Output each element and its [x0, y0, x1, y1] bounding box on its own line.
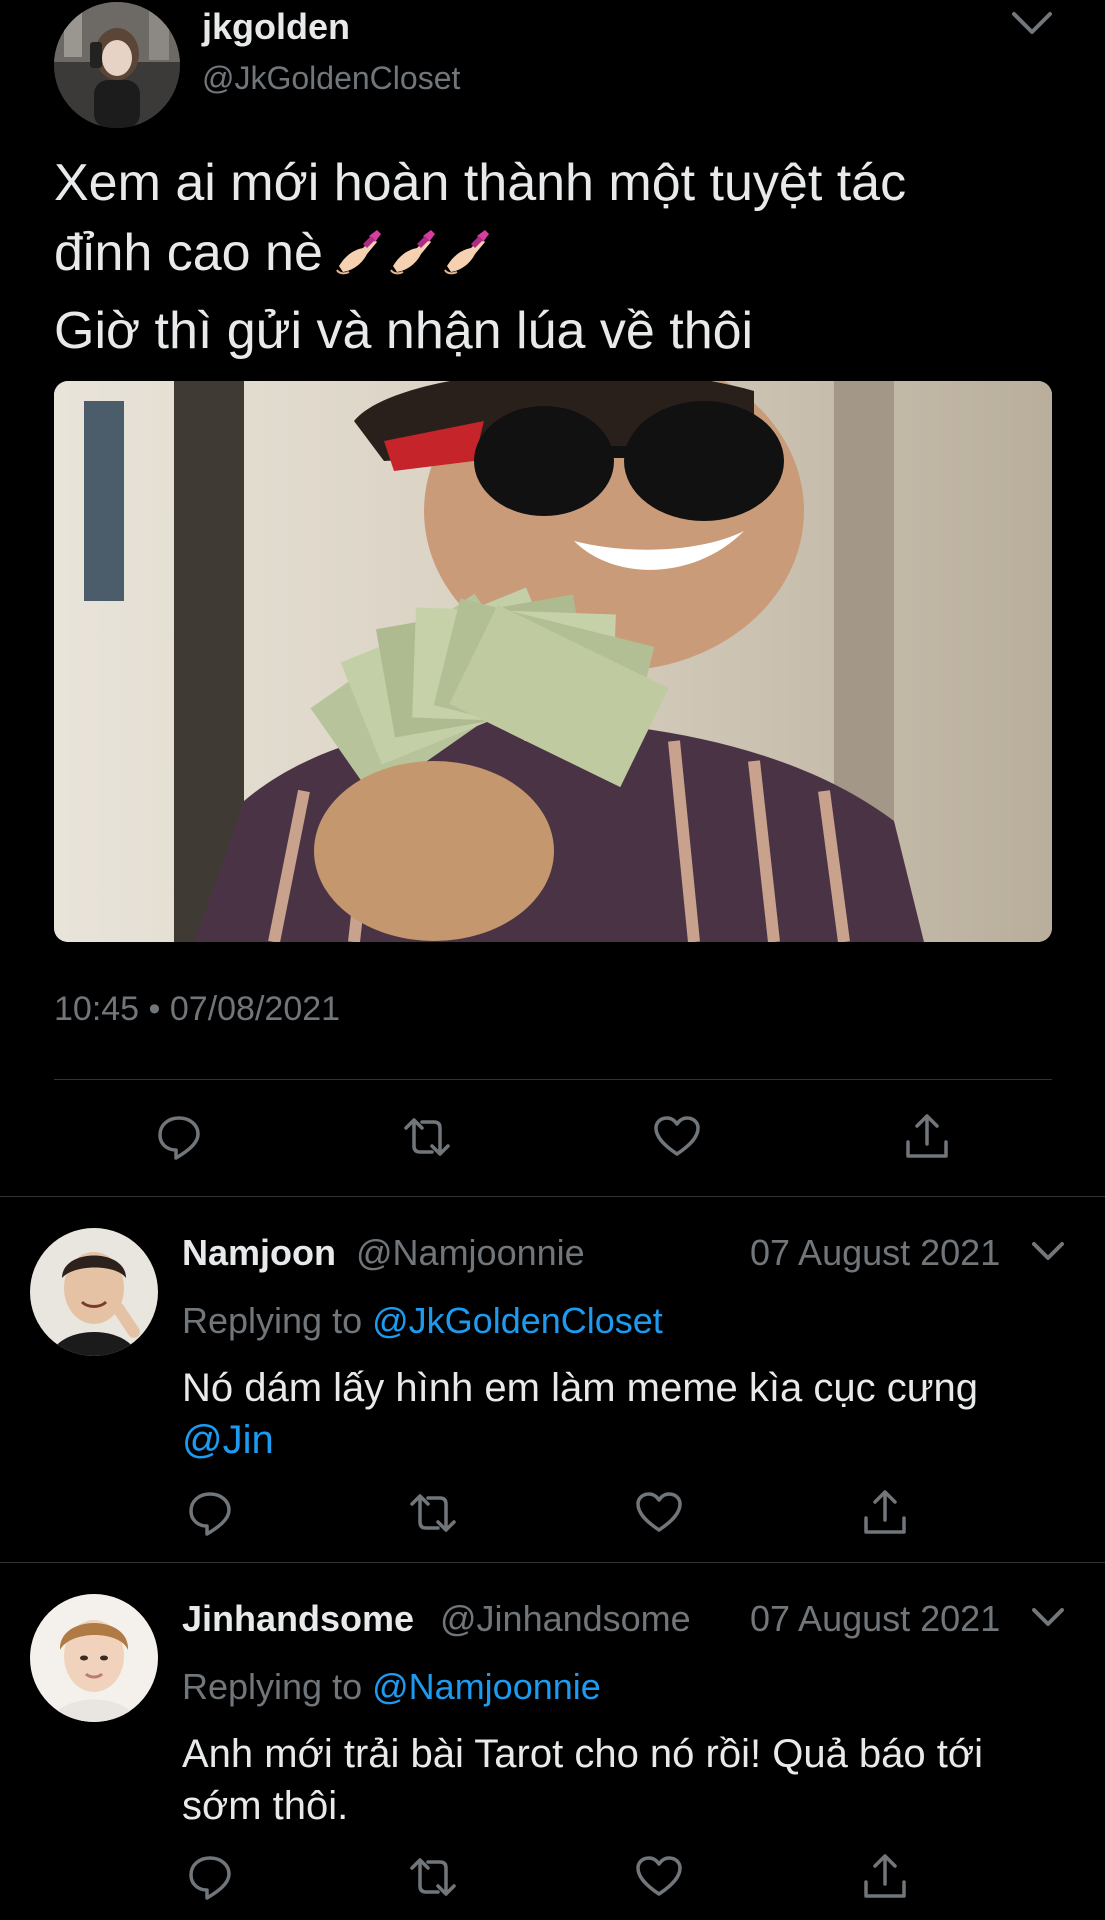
replying-to-label: Replying to	[182, 1300, 363, 1341]
share-icon[interactable]	[860, 1852, 910, 1902]
tweet-text-line: đỉnh cao nè	[54, 218, 1054, 296]
author-avatar[interactable]	[54, 2, 180, 128]
like-icon[interactable]	[634, 1488, 684, 1538]
tweet-text-line: Xem ai mới hoàn thành một tuyệt tác	[54, 154, 907, 212]
retweet-icon[interactable]	[408, 1488, 458, 1538]
reply-icon[interactable]	[154, 1112, 204, 1162]
chevron-down-icon[interactable]	[1028, 1234, 1068, 1270]
nail-polish-emoji	[335, 230, 381, 275]
tweet-image[interactable]	[54, 381, 1052, 942]
reply-icon[interactable]	[185, 1852, 235, 1902]
tweet-timestamp[interactable]: 10:45 • 07/08/2021	[54, 990, 340, 1029]
reply-avatar[interactable]	[30, 1594, 158, 1722]
chevron-down-icon[interactable]	[1028, 1600, 1068, 1636]
divider	[54, 1079, 1052, 1080]
reply-author-name[interactable]: Namjoon	[182, 1232, 336, 1274]
reply-author-name[interactable]: Jinhandsome	[182, 1598, 414, 1640]
reply-avatar[interactable]	[30, 1228, 158, 1356]
tweet-action-bar	[0, 1112, 1105, 1162]
tweet-text-line: Giờ thì gửi và nhận lúa về thôi	[54, 302, 754, 360]
reply-author-handle[interactable]: @Namjoonnie	[356, 1232, 585, 1274]
reply-text: Nó dám lấy hình em làm meme kìa cục cưng…	[182, 1362, 1062, 1466]
divider	[0, 1562, 1105, 1563]
like-icon[interactable]	[652, 1112, 702, 1162]
share-icon[interactable]	[902, 1112, 952, 1162]
replying-to-mention[interactable]: @Namjoonnie	[372, 1666, 601, 1707]
reply-text-line: Anh mới trải bài Tarot cho nó rồi! Quả b…	[182, 1732, 984, 1776]
reply-text-body: Nó dám lấy hình em làm meme kìa cục cưng	[182, 1366, 978, 1410]
reply-text: Anh mới trải bài Tarot cho nó rồi! Quả b…	[182, 1728, 1082, 1832]
nail-polish-emoji	[389, 230, 435, 275]
divider	[0, 1196, 1105, 1197]
replying-to-mention[interactable]: @JkGoldenCloset	[372, 1300, 663, 1341]
share-icon[interactable]	[860, 1488, 910, 1538]
retweet-icon[interactable]	[408, 1852, 458, 1902]
reply-icon[interactable]	[185, 1488, 235, 1538]
replying-to: Replying to @JkGoldenCloset	[182, 1300, 663, 1342]
retweet-icon[interactable]	[402, 1112, 452, 1162]
like-icon[interactable]	[634, 1852, 684, 1902]
reply-author-handle[interactable]: @Jinhandsome	[440, 1598, 691, 1640]
tweet-thread: jkgolden @JkGoldenCloset Xem ai mới hoàn…	[0, 0, 1105, 1920]
nail-polish-emoji	[443, 230, 489, 275]
replying-to-label: Replying to	[182, 1666, 363, 1707]
chevron-down-icon[interactable]	[1008, 4, 1056, 44]
tweet-text: Xem ai mới hoàn thành một tuyệt tác đỉnh…	[54, 148, 1054, 366]
author-handle[interactable]: @JkGoldenCloset	[202, 60, 460, 97]
author-name[interactable]: jkgolden	[202, 6, 350, 48]
emoji-group	[333, 226, 495, 296]
reply-date[interactable]: 07 August 2021	[750, 1598, 1000, 1640]
reply-text-line: sớm thôi.	[182, 1784, 349, 1828]
reply-mention[interactable]: @Jin	[182, 1418, 274, 1462]
reply-date[interactable]: 07 August 2021	[750, 1232, 1000, 1274]
replying-to: Replying to @Namjoonnie	[182, 1666, 601, 1708]
tweet-text-segment: đỉnh cao nè	[54, 224, 323, 282]
